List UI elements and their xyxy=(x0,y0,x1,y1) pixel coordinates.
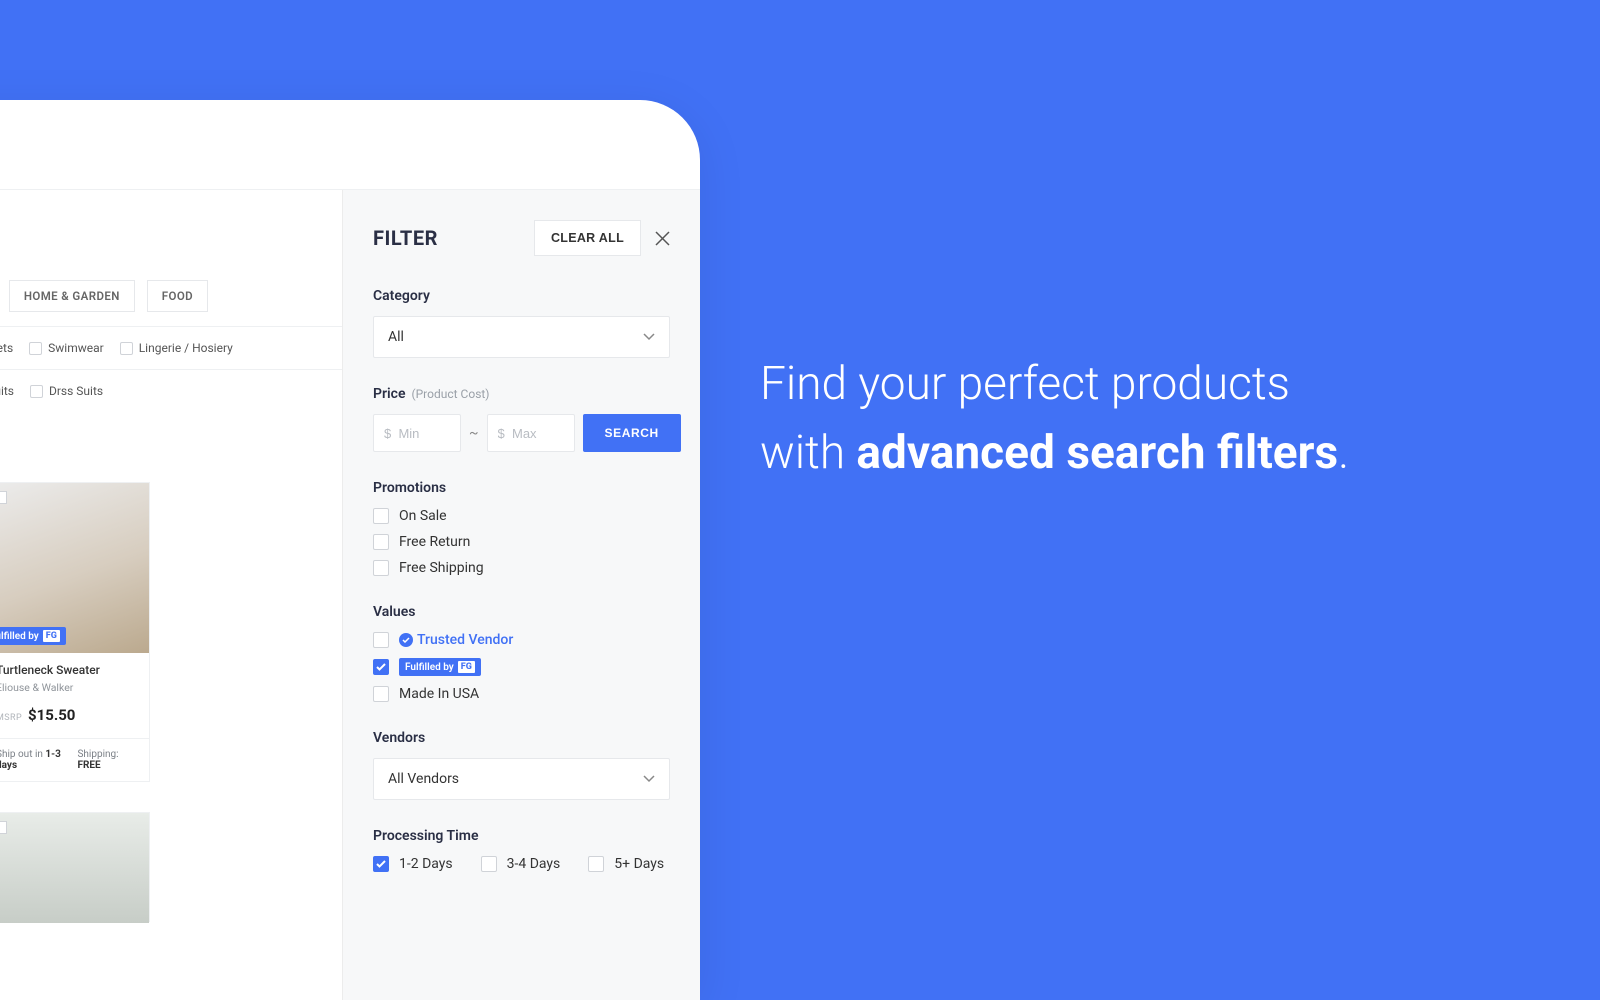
hero-line-2: with advanced search filters. xyxy=(760,419,1349,488)
close-icon[interactable] xyxy=(655,231,670,246)
checkbox-icon[interactable] xyxy=(373,856,389,872)
tab-home-garden[interactable]: HOME & GARDEN xyxy=(9,280,135,312)
value-fulfilled-by-fg[interactable]: Fulfilled by FG xyxy=(373,658,670,676)
category-select[interactable]: All xyxy=(373,316,670,358)
tag-item[interactable]: Drss Suits xyxy=(30,384,103,398)
clear-all-button[interactable]: CLEAR ALL xyxy=(534,220,641,256)
tag-row-1: enim Party Dresses Sets Swimwear Lingeri… xyxy=(0,327,342,370)
checkbox-icon[interactable] xyxy=(373,508,389,524)
price-min-input[interactable] xyxy=(373,414,461,452)
promo-on-sale[interactable]: On Sale xyxy=(373,508,670,524)
processing-1-2-days[interactable]: 1-2 Days xyxy=(373,856,453,872)
promo-free-return[interactable]: Free Return xyxy=(373,534,670,550)
price-label: Price (Product Cost) xyxy=(373,386,670,402)
product-card[interactable] xyxy=(0,812,150,922)
promotions-label: Promotions xyxy=(373,480,670,496)
checkbox-icon[interactable] xyxy=(120,342,133,355)
promo-free-shipping[interactable]: Free Shipping xyxy=(373,560,670,576)
filter-title: FILTER xyxy=(373,226,438,250)
filter-panel: FILTER CLEAR ALL Category All xyxy=(342,190,700,1000)
range-separator: ~ xyxy=(469,425,479,441)
hero-text: Find your perfect products with advanced… xyxy=(760,350,1349,488)
product-vendor: Eliouse & Walker xyxy=(0,681,139,694)
checkbox-icon[interactable] xyxy=(588,856,604,872)
checkbox-icon[interactable] xyxy=(373,560,389,576)
tag-item[interactable]: Lingerie / Hosiery xyxy=(120,341,233,355)
catalog-pane: ABIES BATH & BEAUTY HOME & GARDEN FOOD e… xyxy=(0,190,342,1000)
processing-3-4-days[interactable]: 3-4 Days xyxy=(481,856,561,872)
product-grid: Fulfilled by FG ed Trenchcoat enchant Pl… xyxy=(0,412,342,782)
tag-row-2: rewear Jeans Jumpsuits Drss Suits xyxy=(0,370,342,412)
value-made-in-usa[interactable]: Made In USA xyxy=(373,686,670,702)
category-section: Category All xyxy=(373,288,670,358)
category-tabs: ABIES BATH & BEAUTY HOME & GARDEN FOOD xyxy=(0,280,342,327)
chevron-down-icon xyxy=(643,329,655,345)
product-image xyxy=(0,813,149,923)
product-price: $15.50 xyxy=(28,706,75,724)
select-checkbox[interactable] xyxy=(0,491,7,504)
tab-food[interactable]: FOOD xyxy=(147,280,208,312)
fulfilled-badge: Fulfilled by FG xyxy=(0,627,66,645)
checkbox-icon[interactable] xyxy=(373,534,389,550)
checkbox-icon[interactable] xyxy=(29,342,42,355)
checkbox-icon[interactable] xyxy=(373,632,389,648)
verified-badge-icon xyxy=(399,633,413,647)
price-max-input[interactable] xyxy=(487,414,575,452)
app-window: ABIES BATH & BEAUTY HOME & GARDEN FOOD e… xyxy=(0,100,700,1000)
promotions-section: Promotions On Sale Free Return Free Ship… xyxy=(373,480,670,576)
select-checkbox[interactable] xyxy=(0,821,7,834)
processing-5plus-days[interactable]: 5+ Days xyxy=(588,856,664,872)
processing-label: Processing Time xyxy=(373,828,670,844)
product-image: Fulfilled by FG xyxy=(0,483,149,653)
tag-item[interactable]: Sets xyxy=(0,341,13,355)
processing-time-section: Processing Time 1-2 Days 3-4 Days 5+ Day… xyxy=(373,828,670,872)
checkbox-icon[interactable] xyxy=(30,385,43,398)
category-label: Category xyxy=(373,288,670,304)
msrp-label: MSRP xyxy=(0,713,22,723)
vendors-section: Vendors All Vendors xyxy=(373,730,670,800)
shipping-row: Ship out in 1-3 days Shipping: FREE xyxy=(0,738,149,781)
tag-item[interactable]: Jumpsuits xyxy=(0,384,14,398)
product-title: Turtleneck Sweater xyxy=(0,663,139,677)
tag-item[interactable]: Swimwear xyxy=(29,341,104,355)
top-bar xyxy=(0,100,700,190)
vendors-label: Vendors xyxy=(373,730,670,746)
price-search-button[interactable]: SEARCH xyxy=(583,414,681,452)
product-row-2 xyxy=(0,782,342,922)
checkbox-icon[interactable] xyxy=(373,659,389,675)
checkbox-icon[interactable] xyxy=(481,856,497,872)
values-label: Values xyxy=(373,604,670,620)
chevron-down-icon xyxy=(643,771,655,787)
vendors-select[interactable]: All Vendors xyxy=(373,758,670,800)
fulfilled-badge: Fulfilled by FG xyxy=(399,658,481,676)
values-section: Values Trusted Vendor xyxy=(373,604,670,702)
product-card[interactable]: Fulfilled by FG Turtleneck Sweater Eliou… xyxy=(0,482,150,782)
checkbox-icon[interactable] xyxy=(373,686,389,702)
hero-line-1: Find your perfect products xyxy=(760,350,1349,419)
value-trusted-vendor[interactable]: Trusted Vendor xyxy=(373,632,670,648)
price-section: Price (Product Cost) ~ SEARCH xyxy=(373,386,670,452)
